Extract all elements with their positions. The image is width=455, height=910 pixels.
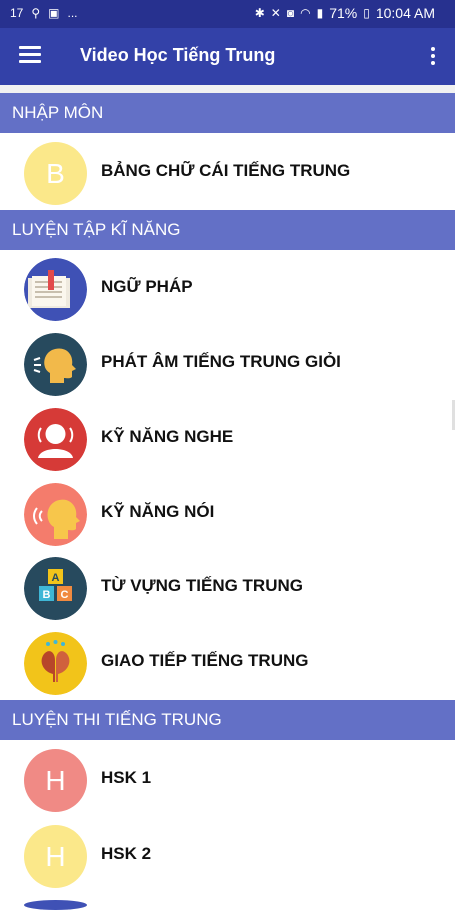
conversation-icon xyxy=(24,632,87,695)
app-bar: Video Học Tiếng Trung xyxy=(0,28,455,85)
mute-icon: ✕ xyxy=(270,6,281,20)
listening-icon xyxy=(24,408,87,471)
abc-blocks-icon: A B C xyxy=(24,557,87,620)
status-right: ✱ ✕ ◙ ◠ ▮ 71% ▯ 10:04 AM xyxy=(255,5,435,21)
app-bar-shadow xyxy=(0,85,455,93)
section-header-luyen-thi: LUYỆN THI TIẾNG TRUNG xyxy=(0,700,455,740)
status-bar: 17 ⚲ ▣ ... ✱ ✕ ◙ ◠ ▮ 71% ▯ 10:04 AM xyxy=(0,0,455,28)
letter-h-icon: H xyxy=(24,825,87,888)
list-item-next-partial[interactable] xyxy=(0,895,455,910)
clock: 10:04 AM xyxy=(375,5,435,21)
item-label: HSK 2 xyxy=(101,844,152,863)
letter-h-icon: H xyxy=(24,749,87,812)
image-icon: ▣ xyxy=(48,6,60,20)
section-header-nhap-mon: NHẬP MÔN xyxy=(0,93,455,133)
status-left-icons: 17 ⚲ ▣ ... xyxy=(10,6,78,20)
item-label: NGỮ PHÁP xyxy=(101,277,193,296)
item-label: KỸ NĂNG NGHE xyxy=(101,427,234,446)
app-title: Video Học Tiếng Trung xyxy=(80,45,276,65)
list-item-giao-tiep[interactable]: GIAO TIẾP TIẾNG TRUNG xyxy=(0,627,455,697)
next-item-icon xyxy=(24,900,87,910)
svg-text:A: A xyxy=(52,572,60,584)
book-icon xyxy=(24,258,87,321)
list-item-hsk-1[interactable]: H HSK 1 xyxy=(0,744,455,814)
bluetooth-icon: ✱ xyxy=(254,6,265,20)
list-item-ngu-phap[interactable]: NGỮ PHÁP xyxy=(0,253,455,323)
hamburger-menu-icon[interactable] xyxy=(19,46,43,66)
list-item-hsk-2[interactable]: H HSK 2 xyxy=(0,820,455,890)
battery-percent: 71% xyxy=(329,5,358,21)
list-item-phat-am[interactable]: PHÁT ÂM TIẾNG TRUNG GIỎI xyxy=(0,328,455,398)
speaking-head-icon xyxy=(24,333,87,396)
letter-b-icon: B xyxy=(24,142,87,205)
item-label: TỪ VỰNG TIẾNG TRUNG xyxy=(101,576,303,595)
item-label: HSK 1 xyxy=(101,768,152,787)
list-item-ky-nang-nghe[interactable]: KỸ NĂNG NGHE xyxy=(0,403,455,473)
svg-text:C: C xyxy=(61,589,69,601)
more-notifications: ... xyxy=(67,6,78,20)
list-item-tu-vung[interactable]: A B C TỪ VỰNG TIẾNG TRUNG xyxy=(0,552,455,622)
usb-icon: ⚲ xyxy=(31,6,41,20)
talking-head-icon xyxy=(24,483,87,546)
signal-icon: ▮ xyxy=(316,6,324,20)
item-label: KỸ NĂNG NÓI xyxy=(101,502,215,521)
section-header-luyen-tap-ki-nang: LUYỆN TẬP KĨ NĂNG xyxy=(0,210,455,250)
wifi-icon: ◠ xyxy=(300,6,311,20)
battery-icon: ▯ xyxy=(363,6,370,20)
notification-count: 17 xyxy=(10,6,24,20)
list-item-bang-chu-cai[interactable]: B BẢNG CHỮ CÁI TIẾNG TRUNG xyxy=(0,137,455,207)
more-options-icon[interactable] xyxy=(429,45,437,69)
svg-text:B: B xyxy=(43,589,51,601)
item-label: PHÁT ÂM TIẾNG TRUNG GIỎI xyxy=(101,352,341,371)
list-item-ky-nang-noi[interactable]: KỸ NĂNG NÓI xyxy=(0,478,455,548)
item-label: BẢNG CHỮ CÁI TIẾNG TRUNG xyxy=(101,161,351,180)
nfc-icon: ◙ xyxy=(286,6,295,20)
item-label: GIAO TIẾP TIẾNG TRUNG xyxy=(101,651,309,670)
